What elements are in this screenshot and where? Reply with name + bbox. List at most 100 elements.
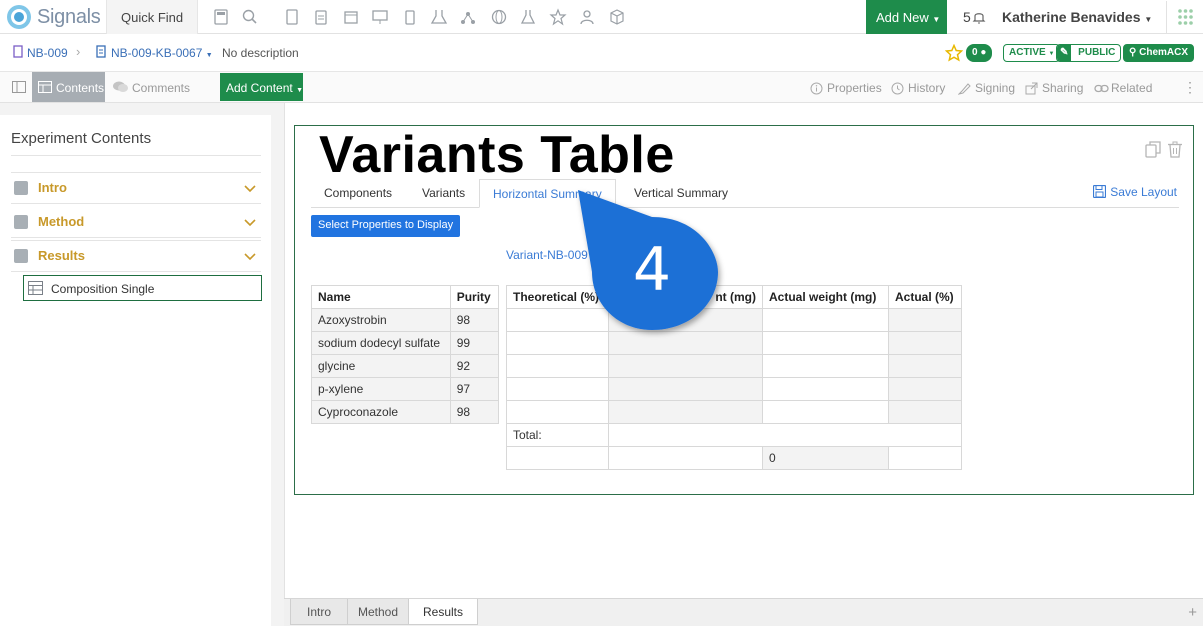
table-row[interactable]: p-xylene 97 xyxy=(311,377,500,401)
chemacx-label: ChemACX xyxy=(1139,47,1189,58)
table-row[interactable]: Cyproconazole 98 xyxy=(311,400,500,424)
total-label: Total: xyxy=(506,423,609,447)
chemacx-button[interactable]: ⚲ ChemACX xyxy=(1123,44,1195,62)
caret-down-icon: ▼ xyxy=(1048,51,1055,57)
copy-icon[interactable] xyxy=(1145,141,1161,158)
component-name: Azoxystrobin xyxy=(311,308,451,332)
related-label: Related xyxy=(1111,81,1153,95)
table-cell xyxy=(506,446,609,470)
properties-label: Properties xyxy=(827,81,882,95)
table-cell xyxy=(608,423,962,447)
table-cell[interactable] xyxy=(762,400,889,424)
chevron-down-icon[interactable] xyxy=(244,250,256,262)
quick-find-button[interactable]: Quick Find xyxy=(106,0,198,34)
trash-icon[interactable] xyxy=(1167,141,1183,158)
calendar-icon[interactable] xyxy=(342,8,360,26)
table-cell xyxy=(888,377,962,401)
save-layout-button[interactable]: Save Layout xyxy=(1093,185,1177,199)
add-new-button[interactable]: Add New ▼ xyxy=(866,0,947,34)
more-vertical-icon[interactable]: ⋮ xyxy=(1183,79,1197,96)
breadcrumb-experiment[interactable]: NB-009-KB-0067 ▼ xyxy=(111,46,213,60)
sharing-label: Sharing xyxy=(1042,81,1084,95)
apps-grid-icon[interactable] xyxy=(1166,1,1203,34)
breadcrumb-notebook[interactable]: NB-009 xyxy=(27,46,68,60)
flask-icon[interactable] xyxy=(519,8,537,26)
calculator-icon[interactable] xyxy=(212,8,230,26)
total-values-row: 0 xyxy=(506,446,962,470)
sidebar-item-composition-single[interactable]: Composition Single xyxy=(23,275,262,301)
history-label: History xyxy=(908,81,946,95)
table-cell[interactable] xyxy=(506,354,609,378)
favorite-star-icon[interactable] xyxy=(945,44,963,62)
callout-number: 4 xyxy=(633,235,671,305)
users-icon[interactable] xyxy=(578,8,596,26)
star-icon[interactable] xyxy=(549,8,567,26)
search-icon[interactable] xyxy=(241,8,259,26)
sidebar-toggle-icon[interactable] xyxy=(12,81,26,93)
table-cell xyxy=(888,400,962,424)
contents-button[interactable]: Contents xyxy=(32,72,105,102)
table-header-row: Name Purity xyxy=(311,285,500,309)
table-row[interactable]: Azoxystrobin 98 xyxy=(311,308,500,332)
comments-label: Comments xyxy=(132,81,191,95)
contents-label: Contents xyxy=(56,81,105,95)
sample-icon[interactable] xyxy=(401,8,419,26)
molecule-icon[interactable] xyxy=(459,8,477,26)
visibility-badge[interactable]: ✎ PUBLIC xyxy=(1056,44,1122,62)
sidebar-section-intro[interactable]: Intro xyxy=(11,174,261,202)
signing-button[interactable]: Signing xyxy=(958,81,1015,95)
caret-down-icon: ▼ xyxy=(1144,15,1153,24)
variants-table-card: Variants Table Components Variants Horiz… xyxy=(294,125,1194,495)
component-purity: 99 xyxy=(449,331,500,355)
chevron-down-icon[interactable] xyxy=(244,216,256,228)
notification-count[interactable]: 5 xyxy=(963,9,971,25)
lab-icon[interactable] xyxy=(430,8,448,26)
column-header-actual-weight: Actual weight (mg) xyxy=(762,285,889,309)
related-button[interactable]: Related xyxy=(1094,81,1152,95)
column-header-name: Name xyxy=(311,285,451,309)
caret-down-icon: ▼ xyxy=(205,52,213,59)
table-cell xyxy=(608,446,763,470)
bottom-tab-results[interactable]: Results xyxy=(408,599,478,625)
tab-components[interactable]: Components xyxy=(311,179,405,208)
globe-icon[interactable] xyxy=(490,8,508,26)
bell-icon[interactable] xyxy=(972,10,986,24)
select-properties-button[interactable]: Select Properties to Display xyxy=(311,215,461,237)
table-cell[interactable] xyxy=(762,308,889,332)
add-tab-icon[interactable]: + xyxy=(1188,604,1197,621)
sidebar-section-results[interactable]: Results xyxy=(11,242,261,270)
comments-count-badge[interactable]: 0 ● xyxy=(966,44,993,62)
link-icon xyxy=(1094,82,1109,95)
signals-logo[interactable]: Signals xyxy=(6,4,101,30)
table-cell[interactable] xyxy=(506,400,609,424)
properties-button[interactable]: Properties xyxy=(810,81,882,95)
presentation-icon[interactable] xyxy=(371,8,389,26)
experiment-contents-sidebar: Experiment Contents Intro Method Results… xyxy=(0,103,284,626)
history-button[interactable]: History xyxy=(891,81,945,95)
table-cell[interactable] xyxy=(762,354,889,378)
bottom-tab-intro[interactable]: Intro xyxy=(290,599,348,625)
component-name: sodium dodecyl sulfate xyxy=(311,331,451,355)
table-cell[interactable] xyxy=(762,331,889,355)
add-content-button[interactable]: Add Content ▼ xyxy=(220,73,303,101)
table-row xyxy=(506,400,962,424)
user-menu[interactable]: Katherine Benavides ▼ xyxy=(1002,9,1152,25)
experiment-description[interactable]: No description xyxy=(222,46,299,60)
sharing-button[interactable]: Sharing xyxy=(1025,81,1083,95)
table-row[interactable]: glycine 92 xyxy=(311,354,500,378)
total-row: Total: xyxy=(506,423,962,447)
cube-icon[interactable] xyxy=(608,8,626,26)
status-dropdown[interactable]: ACTIVE ▼ xyxy=(1003,44,1061,62)
table-icon xyxy=(28,281,43,295)
notebook-icon[interactable] xyxy=(283,8,301,26)
clipboard-icon[interactable] xyxy=(312,8,330,26)
save-icon xyxy=(1093,185,1107,198)
table-row[interactable]: sodium dodecyl sulfate 99 xyxy=(311,331,500,355)
tab-variants[interactable]: Variants xyxy=(409,179,478,208)
bottom-tab-method[interactable]: Method xyxy=(347,599,409,625)
chevron-down-icon[interactable] xyxy=(244,182,256,194)
comments-button[interactable]: Comments xyxy=(112,72,190,102)
table-cell[interactable] xyxy=(762,377,889,401)
sidebar-section-method[interactable]: Method xyxy=(11,208,261,236)
table-cell[interactable] xyxy=(506,377,609,401)
